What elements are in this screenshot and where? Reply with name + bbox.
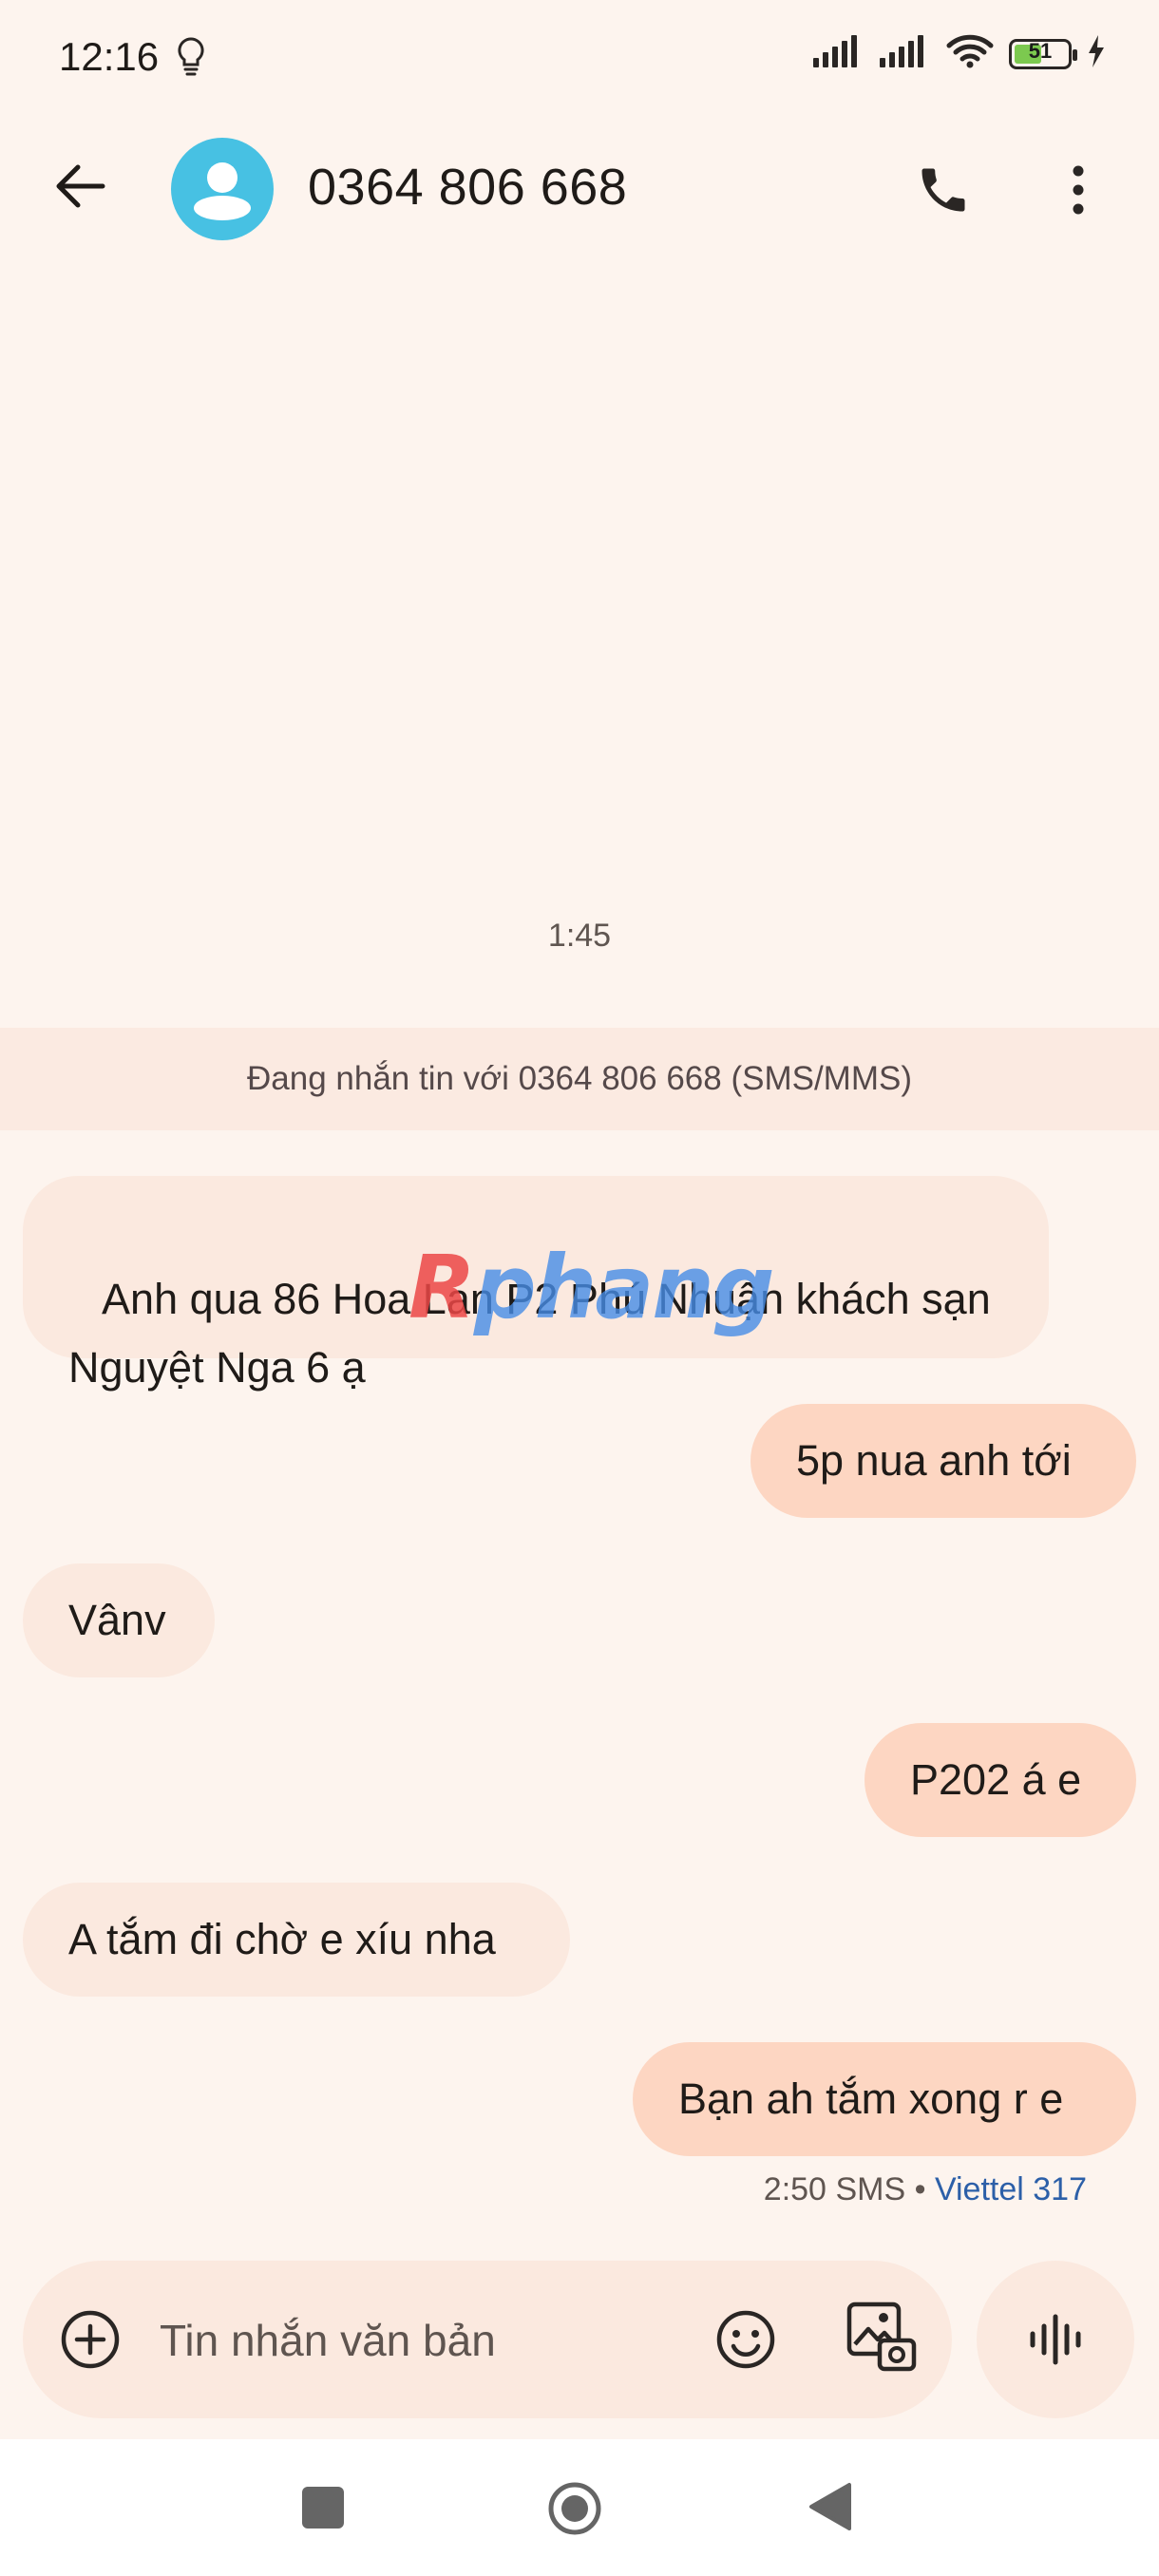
message-text: Bạn ah tắm xong r e — [678, 2074, 1064, 2123]
carrier-label: Viettel 317 — [934, 2171, 1087, 2207]
gallery-button[interactable] — [844, 2299, 920, 2375]
status-icons: 51 — [813, 34, 1106, 73]
phone-icon — [922, 168, 965, 212]
message-text: A tắm đi chờ e xíu nha — [68, 1915, 496, 1963]
message-bubble-outgoing[interactable]: Bạn ah tắm xong r e — [633, 2042, 1136, 2156]
avatar-person-icon — [194, 162, 251, 220]
watermark-first: R — [408, 1237, 476, 1338]
battery-nub — [1073, 48, 1077, 61]
emoji-button[interactable] — [714, 2308, 777, 2371]
message-meta: 2:50 SMS • Viettel 317 — [764, 2171, 1087, 2208]
message-bubble-incoming[interactable]: A tắm đi chờ e xíu nha — [23, 1883, 570, 1997]
message-text: 5p nua anh tới — [796, 1436, 1072, 1485]
back-triangle-icon[interactable] — [808, 2481, 853, 2532]
add-circle-icon — [61, 2310, 120, 2369]
status-time: 12:16 — [59, 34, 160, 79]
wifi-icon — [946, 34, 994, 73]
message-text: Vânv — [68, 1596, 166, 1644]
conversation-info-banner: Đang nhắn tin với 0364 806 668 (SMS/MMS) — [0, 1028, 1159, 1130]
charging-icon — [1087, 35, 1106, 72]
battery-level: 51 — [1028, 38, 1053, 63]
watermark-rest: phang — [473, 1237, 775, 1338]
watermark-logo: Rphang — [408, 1237, 775, 1338]
voice-icon — [1030, 2314, 1081, 2365]
back-arrow-icon — [56, 164, 105, 208]
more-vert-icon — [1073, 165, 1084, 215]
message-input[interactable] — [160, 2310, 673, 2371]
home-circle-icon[interactable] — [547, 2481, 602, 2536]
lightbulb-icon — [175, 36, 207, 83]
message-text: P202 á e — [910, 1755, 1082, 1804]
gallery-icon — [846, 2301, 917, 2372]
message-bubble-outgoing[interactable]: 5p nua anh tới — [750, 1404, 1136, 1518]
voice-message-button[interactable] — [977, 2261, 1134, 2418]
time-separator: 1:45 — [547, 918, 612, 954]
signal-icon — [880, 35, 931, 72]
message-type: SMS — [835, 2171, 906, 2207]
call-button[interactable] — [910, 157, 977, 223]
battery-icon: 51 — [1009, 38, 1077, 69]
more-options-button[interactable] — [1054, 157, 1102, 223]
meta-separator: • — [914, 2171, 926, 2207]
add-attachment-button[interactable] — [59, 2308, 122, 2371]
message-bubble-outgoing[interactable]: P202 á e — [864, 1723, 1136, 1837]
signal-icon — [813, 35, 864, 72]
avatar[interactable] — [171, 138, 274, 240]
contact-title[interactable]: 0364 806 668 — [308, 158, 627, 217]
recents-square-icon[interactable] — [302, 2487, 344, 2529]
message-time: 2:50 — [763, 2171, 826, 2207]
message-bubble-incoming[interactable]: Vânv — [23, 1563, 215, 1677]
back-button[interactable] — [48, 154, 112, 218]
emoji-icon — [716, 2310, 775, 2369]
